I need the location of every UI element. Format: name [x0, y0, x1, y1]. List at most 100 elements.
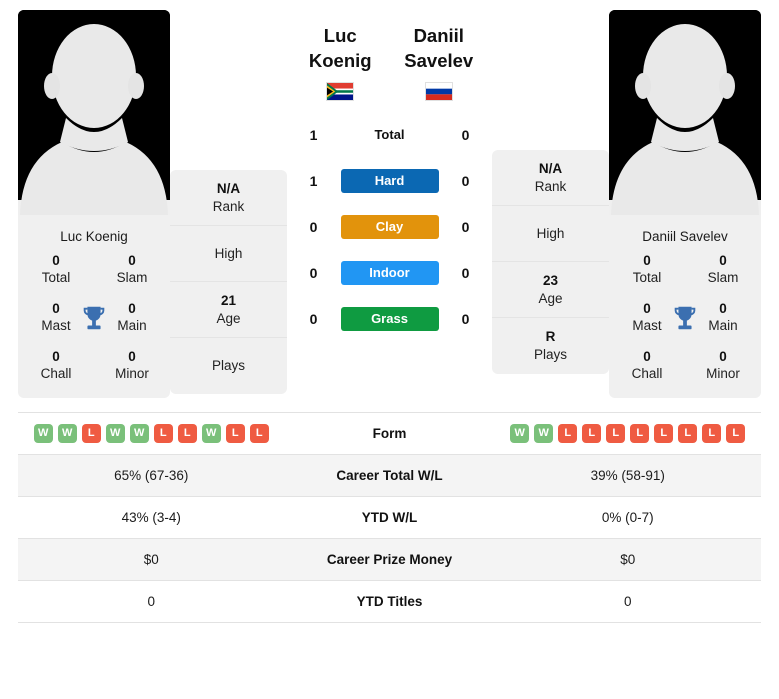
title-value: 0: [52, 253, 60, 269]
right-stat-value: 39% (58-91): [590, 468, 665, 484]
left-info-card: N/A Rank High 21 Age Plays: [170, 170, 287, 394]
left-titles-card: Luc Koenig 0 Total 0 Slam 0 Mast 0 Main …: [18, 215, 170, 399]
surface-left-score: 0: [309, 265, 318, 282]
right-player-name: Daniil Savelev: [404, 25, 474, 71]
info-row-age: 21 Age: [170, 282, 287, 338]
info-row-rank: N/A Rank: [492, 150, 609, 206]
info-value: N/A: [216, 180, 241, 196]
form-badge-loss: L: [582, 424, 602, 444]
stats-table: WWLWWLLWLL Form WWLLLLLLLL 65% (67-36) C…: [18, 412, 761, 624]
left-info-column: N/A Rank High 21 Age Plays: [170, 170, 287, 394]
info-row-plays: R Plays: [492, 318, 609, 374]
left-form-badges: WWLWWLLWLL: [33, 424, 269, 444]
russia-flag-icon: [424, 82, 453, 102]
left-stat-value: 65% (67-36): [114, 468, 189, 484]
title-cell: 0 Minor: [685, 349, 761, 383]
surface-row-indoor: 0 Indoor 0: [291, 261, 488, 286]
surface-row-total: 1 Total 0: [291, 123, 488, 147]
title-value: 0: [128, 253, 136, 269]
form-badge-loss: L: [249, 424, 269, 444]
surface-left-score: 1: [309, 173, 318, 190]
title-label: Total: [632, 270, 662, 286]
right-stat-value: 0: [623, 594, 632, 610]
title-cell: 0 Total: [609, 253, 685, 287]
title-label: Chall: [40, 365, 72, 381]
info-value: N/A: [538, 160, 563, 176]
surface-row-hard: 1 Hard 0: [291, 169, 488, 194]
info-row-high: High: [170, 226, 287, 282]
surface-right-score: 0: [461, 173, 470, 190]
table-row-career-prize-money: $0 Career Prize Money $0: [18, 539, 761, 582]
title-cell: 0 Chall: [609, 349, 685, 383]
left-stat-value: $0: [143, 552, 159, 568]
surface-label-grass[interactable]: Grass: [340, 307, 439, 332]
info-row-rank: N/A Rank: [170, 170, 287, 226]
form-badge-loss: L: [225, 424, 245, 444]
surface-right-score: 0: [461, 219, 470, 236]
right-titles-card: Daniil Savelev 0 Total 0 Slam 0 Mast 0 M…: [609, 215, 761, 399]
right-player-name-block: Daniil Savelev: [390, 10, 489, 102]
table-row-form: WWLWWLLWLL Form WWLLLLLLLL: [18, 413, 761, 456]
info-label: Rank: [534, 178, 567, 194]
title-label: Minor: [115, 365, 149, 381]
info-label: Plays: [211, 358, 245, 374]
form-badge-loss: L: [630, 424, 650, 444]
trophy-icon: [670, 303, 700, 333]
form-badge-win: W: [57, 424, 77, 444]
title-value: 0: [128, 348, 136, 364]
info-value: 23: [542, 272, 559, 288]
center-column: Luc Koenig Daniil Savelev 1 Total 0 1 Ha…: [287, 10, 492, 332]
surface-label-total: Total: [374, 127, 405, 143]
left-titles-card-name: Luc Koenig: [60, 229, 128, 244]
right-stat-value: 0% (0-7): [601, 510, 654, 526]
player-comparison-page: Luc Koenig 0 Total 0 Slam 0 Mast 0 Main …: [0, 0, 779, 699]
form-badge-loss: L: [606, 424, 626, 444]
left-stat-value: 43% (3-4): [121, 510, 181, 526]
right-player-avatar: [609, 10, 761, 215]
form-badge-loss: L: [726, 424, 746, 444]
comparison-header: Luc Koenig 0 Total 0 Slam 0 Mast 0 Main …: [0, 0, 779, 399]
title-cell: 0 Slam: [685, 253, 761, 287]
surface-label-indoor[interactable]: Indoor: [340, 261, 439, 286]
surface-breakdown: 1 Total 0 1 Hard 0 0 Clay 0 0 Indoor 0 0…: [291, 123, 488, 332]
info-label: Age: [538, 290, 563, 306]
table-row-career-total-wl: 65% (67-36) Career Total W/L 39% (58-91): [18, 455, 761, 498]
info-row-age: 23 Age: [492, 262, 609, 318]
surface-row-clay: 0 Clay 0: [291, 215, 488, 240]
form-badge-win: W: [201, 424, 221, 444]
left-form-cell: WWLWWLLWLL: [18, 424, 285, 444]
title-label: Slam: [707, 270, 739, 286]
info-label: Plays: [533, 347, 567, 362]
title-value: 0: [643, 348, 651, 364]
left-player-column: Luc Koenig 0 Total 0 Slam 0 Mast 0 Main …: [18, 10, 170, 399]
form-badge-win: W: [129, 424, 149, 444]
surface-left-score: 0: [309, 311, 318, 328]
table-row-ytd-titles: 0 YTD Titles 0: [18, 581, 761, 624]
right-form-badges: WWLLLLLLLL: [510, 424, 746, 444]
left-titles-grid: 0 Total 0 Slam 0 Mast 0 Main 0 Chall 0 M…: [18, 253, 170, 382]
south-africa-flag-icon: [326, 82, 355, 102]
form-badge-loss: L: [153, 424, 173, 444]
info-label: Age: [216, 310, 241, 326]
surface-left-score: 1: [309, 127, 318, 144]
form-badge-win: W: [33, 424, 53, 444]
stat-label-ytd-wl: YTD W/L: [361, 510, 418, 526]
title-cell: 0 Slam: [94, 253, 170, 287]
title-value: 0: [52, 348, 60, 364]
surface-label-clay[interactable]: Clay: [340, 215, 439, 240]
right-titles-grid: 0 Total 0 Slam 0 Mast 0 Main 0 Chall 0 M…: [609, 253, 761, 382]
surface-label-hard[interactable]: Hard: [340, 169, 439, 194]
stat-label-ytd-titles: YTD Titles: [356, 594, 423, 610]
title-label: Slam: [116, 270, 148, 286]
title-cell: 0 Total: [18, 253, 94, 287]
right-info-card: N/A Rank High 23 Age R Plays: [492, 150, 609, 374]
surface-left-score: 0: [309, 219, 318, 236]
right-titles-card-name: Daniil Savelev: [642, 229, 728, 244]
title-cell: 0 Minor: [94, 349, 170, 383]
form-badge-win: W: [534, 424, 554, 444]
info-row-high: High: [492, 206, 609, 262]
left-player-avatar: [18, 10, 170, 215]
title-cell: 0 Chall: [18, 349, 94, 383]
form-badge-loss: L: [81, 424, 101, 444]
info-label: Rank: [212, 198, 245, 214]
